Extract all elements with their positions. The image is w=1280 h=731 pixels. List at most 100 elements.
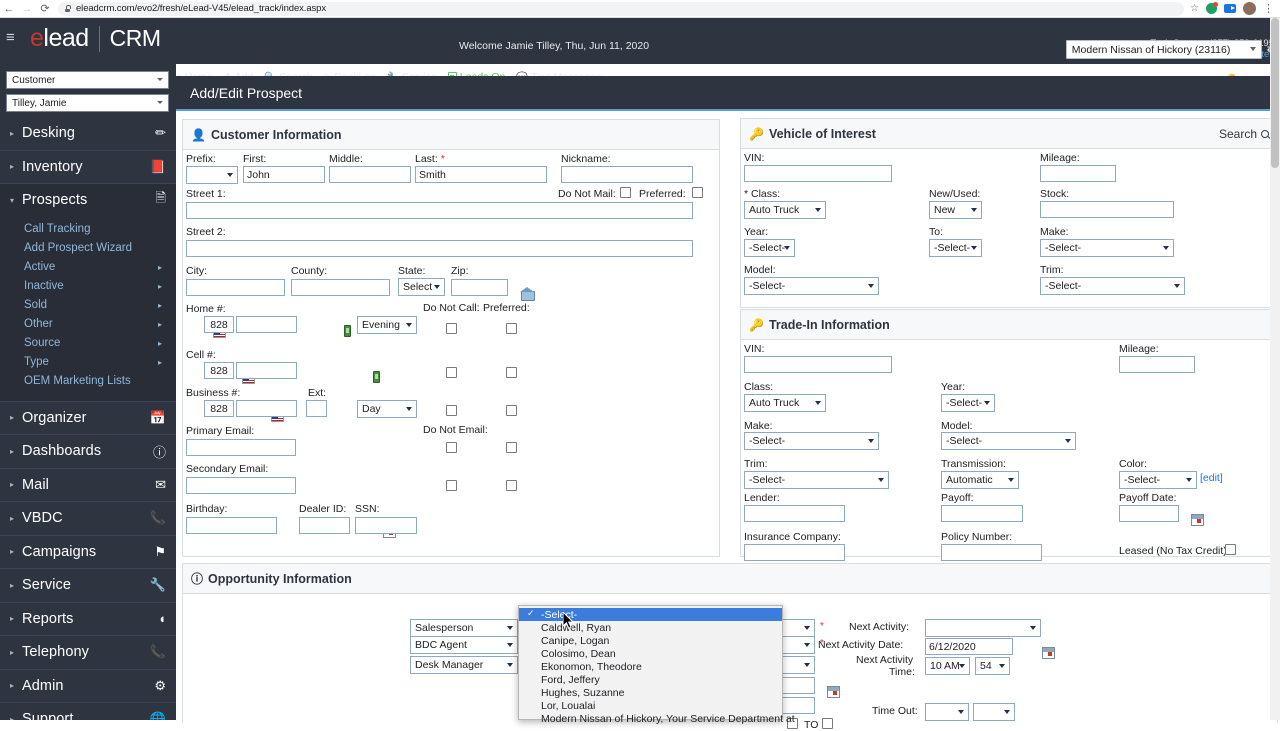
dropdown-option[interactable]: Modern Nissan of Hickory, Your Service D… <box>519 712 782 725</box>
middle-name-field[interactable] <box>329 166 411 183</box>
sidebar-subitem-source[interactable]: Source▸ <box>0 334 176 353</box>
calendar-icon[interactable] <box>827 686 840 698</box>
voi-class-select[interactable]: Auto Truck <box>744 201 826 219</box>
dropdown-option[interactable]: Canipe, Logan <box>519 634 782 647</box>
street1-field[interactable] <box>186 202 693 219</box>
dealer-select[interactable]: Modern Nissan of Hickory (23116) <box>1066 40 1262 59</box>
trade-transmission-select[interactable]: Automatic <box>941 471 1019 489</box>
sidebar-subitem-inactive[interactable]: Inactive▸ <box>0 277 176 296</box>
reload-icon[interactable]: ⟳ <box>36 0 54 18</box>
home-area-code-field[interactable] <box>204 316 234 333</box>
sidebar-item-campaigns[interactable]: ▸ Campaigns ⚑ <box>0 536 176 570</box>
dropdown-option[interactable]: Caldwell, Ryan <box>519 621 782 634</box>
business-do-not-call-checkbox[interactable] <box>446 405 457 416</box>
sidebar-item-reports[interactable]: ▸ Reports ◖ <box>0 603 176 637</box>
trade-vin-field[interactable] <box>744 356 892 373</box>
trade-payoff-date-field[interactable] <box>1119 505 1179 522</box>
color-edit-link[interactable]: [edit] <box>1200 472 1223 484</box>
trade-class-select[interactable]: Auto Truck <box>744 394 826 412</box>
trade-year-select[interactable]: -Select- <box>941 394 995 412</box>
sidebar-subitem-call-tracking[interactable]: Call Tracking <box>0 220 176 239</box>
prefix-select[interactable] <box>186 166 238 184</box>
dropdown-option[interactable]: -Select- <box>519 608 782 621</box>
desk-manager-select[interactable]: Desk Manager <box>410 656 518 674</box>
bookmark-star-icon[interactable]: ☆ <box>1190 3 1199 14</box>
voi-make-select[interactable]: -Select- <box>1040 239 1174 257</box>
address-bar[interactable]: eleadcrm.com/evo2/fresh/eLead-V45/elead_… <box>58 2 1184 16</box>
primary-email-field[interactable] <box>186 439 296 456</box>
voi-year-select[interactable]: -Select- <box>744 239 795 257</box>
voi-trim-select[interactable]: -Select- <box>1040 277 1185 295</box>
county-field[interactable] <box>291 279 390 296</box>
business-preferred-checkbox[interactable] <box>506 405 517 416</box>
zip-field[interactable] <box>451 279 508 296</box>
mobile-phone-icon[interactable] <box>344 325 351 337</box>
primary-do-not-email-checkbox[interactable] <box>446 442 457 453</box>
home-phone-field[interactable] <box>236 316 297 333</box>
calendar-icon[interactable] <box>1042 647 1055 659</box>
cell-preferred-checkbox[interactable] <box>506 367 517 378</box>
sidebar-item-organizer[interactable]: ▸ Organizer 📅 <box>0 402 176 436</box>
state-select[interactable]: Select <box>398 278 445 296</box>
leased-checkbox[interactable] <box>1225 544 1236 555</box>
forward-arrow-icon[interactable]: → <box>18 0 36 18</box>
user-select[interactable]: Tilley, Jamie <box>6 94 169 112</box>
dropdown-option[interactable]: Hughes, Suzanne <box>519 686 782 699</box>
business-time-select[interactable]: Day <box>357 400 417 418</box>
dropdown-option[interactable]: Lor, Loualai <box>519 699 782 712</box>
business-phone-field[interactable] <box>236 400 297 417</box>
sidebar-item-admin[interactable]: ▸ Admin ⚙ <box>0 670 176 704</box>
trade-make-select[interactable]: -Select- <box>744 432 879 450</box>
voi-stock-field[interactable] <box>1040 201 1174 218</box>
mobile-phone-icon[interactable] <box>373 371 380 383</box>
sidebar-item-inventory[interactable]: ▸ Inventory 📕 <box>0 151 176 185</box>
secondary-do-not-email-checkbox[interactable] <box>446 480 457 491</box>
voi-newused-select[interactable]: New <box>929 201 982 219</box>
trade-trim-select[interactable]: -Select- <box>744 471 889 489</box>
voi-to-select[interactable]: -Select- <box>929 239 982 257</box>
bdc-agent-select[interactable]: BDC Agent <box>410 636 518 654</box>
primary-email-preferred-checkbox[interactable] <box>506 442 517 453</box>
next-activity-hour-select[interactable]: 10 AM <box>925 657 970 675</box>
extension-green-icon[interactable] <box>1206 3 1217 14</box>
back-arrow-icon[interactable]: ← <box>0 0 18 18</box>
home-time-select[interactable]: Evening <box>357 316 417 334</box>
next-activity-select[interactable] <box>925 619 1041 637</box>
extension-video-icon[interactable] <box>1224 4 1236 13</box>
hamburger-menu-icon[interactable]: ≡ <box>6 30 30 45</box>
sidebar-subitem-oem-marketing-lists[interactable]: OEM Marketing Lists <box>0 372 176 391</box>
secondary-email-preferred-checkbox[interactable] <box>506 480 517 491</box>
preferred-mail-checkbox[interactable] <box>692 187 703 198</box>
sidebar-item-mail[interactable]: ▸ Mail ✉ <box>0 469 176 503</box>
business-ext-field[interactable] <box>306 400 327 417</box>
sidebar-item-service[interactable]: ▸ Service 🔧 <box>0 569 176 603</box>
home-do-not-call-checkbox[interactable] <box>446 323 457 334</box>
nickname-field[interactable] <box>561 166 693 183</box>
dropdown-option[interactable]: Colosimo, Dean <box>519 647 782 660</box>
page-scrollbar[interactable] <box>1270 18 1280 720</box>
business-area-code-field[interactable] <box>204 400 234 417</box>
next-activity-min-select[interactable]: 54 <box>975 657 1010 675</box>
trade-payoff-field[interactable] <box>941 505 1023 522</box>
voi-mileage-field[interactable] <box>1040 165 1116 182</box>
time-out-hour-select[interactable] <box>925 703 969 721</box>
sidebar-item-desking[interactable]: ▸ Desking ✏ <box>0 117 176 151</box>
street2-field[interactable] <box>186 240 693 257</box>
birthday-field[interactable] <box>186 517 277 534</box>
trade-policy-field[interactable] <box>941 544 1042 561</box>
kebab-menu-icon[interactable]: ⋮ <box>1263 5 1274 13</box>
last-name-field[interactable] <box>415 166 547 183</box>
trade-mileage-field[interactable] <box>1119 356 1195 373</box>
secondary-email-field[interactable] <box>186 477 296 494</box>
ssn-field[interactable] <box>355 517 417 534</box>
trade-lender-field[interactable] <box>744 505 845 522</box>
dealer-id-field[interactable] <box>299 517 350 534</box>
vehicle-search-link[interactable]: Search <box>1219 127 1269 141</box>
customer-type-select[interactable]: Customer <box>6 71 169 89</box>
salesperson-dropdown-menu[interactable]: -Select- Caldwell, Ryan Canipe, Logan Co… <box>518 605 783 720</box>
cell-do-not-call-checkbox[interactable] <box>446 367 457 378</box>
calendar-icon[interactable] <box>1191 514 1204 526</box>
salesperson-select[interactable]: Salesperson <box>410 619 518 637</box>
sidebar-item-telephony[interactable]: ▸ Telephony 📞 <box>0 636 176 670</box>
sidebar-item-prospects[interactable]: ▾ Prospects 🗎 Call Tracking Add Prospect… <box>0 184 176 402</box>
